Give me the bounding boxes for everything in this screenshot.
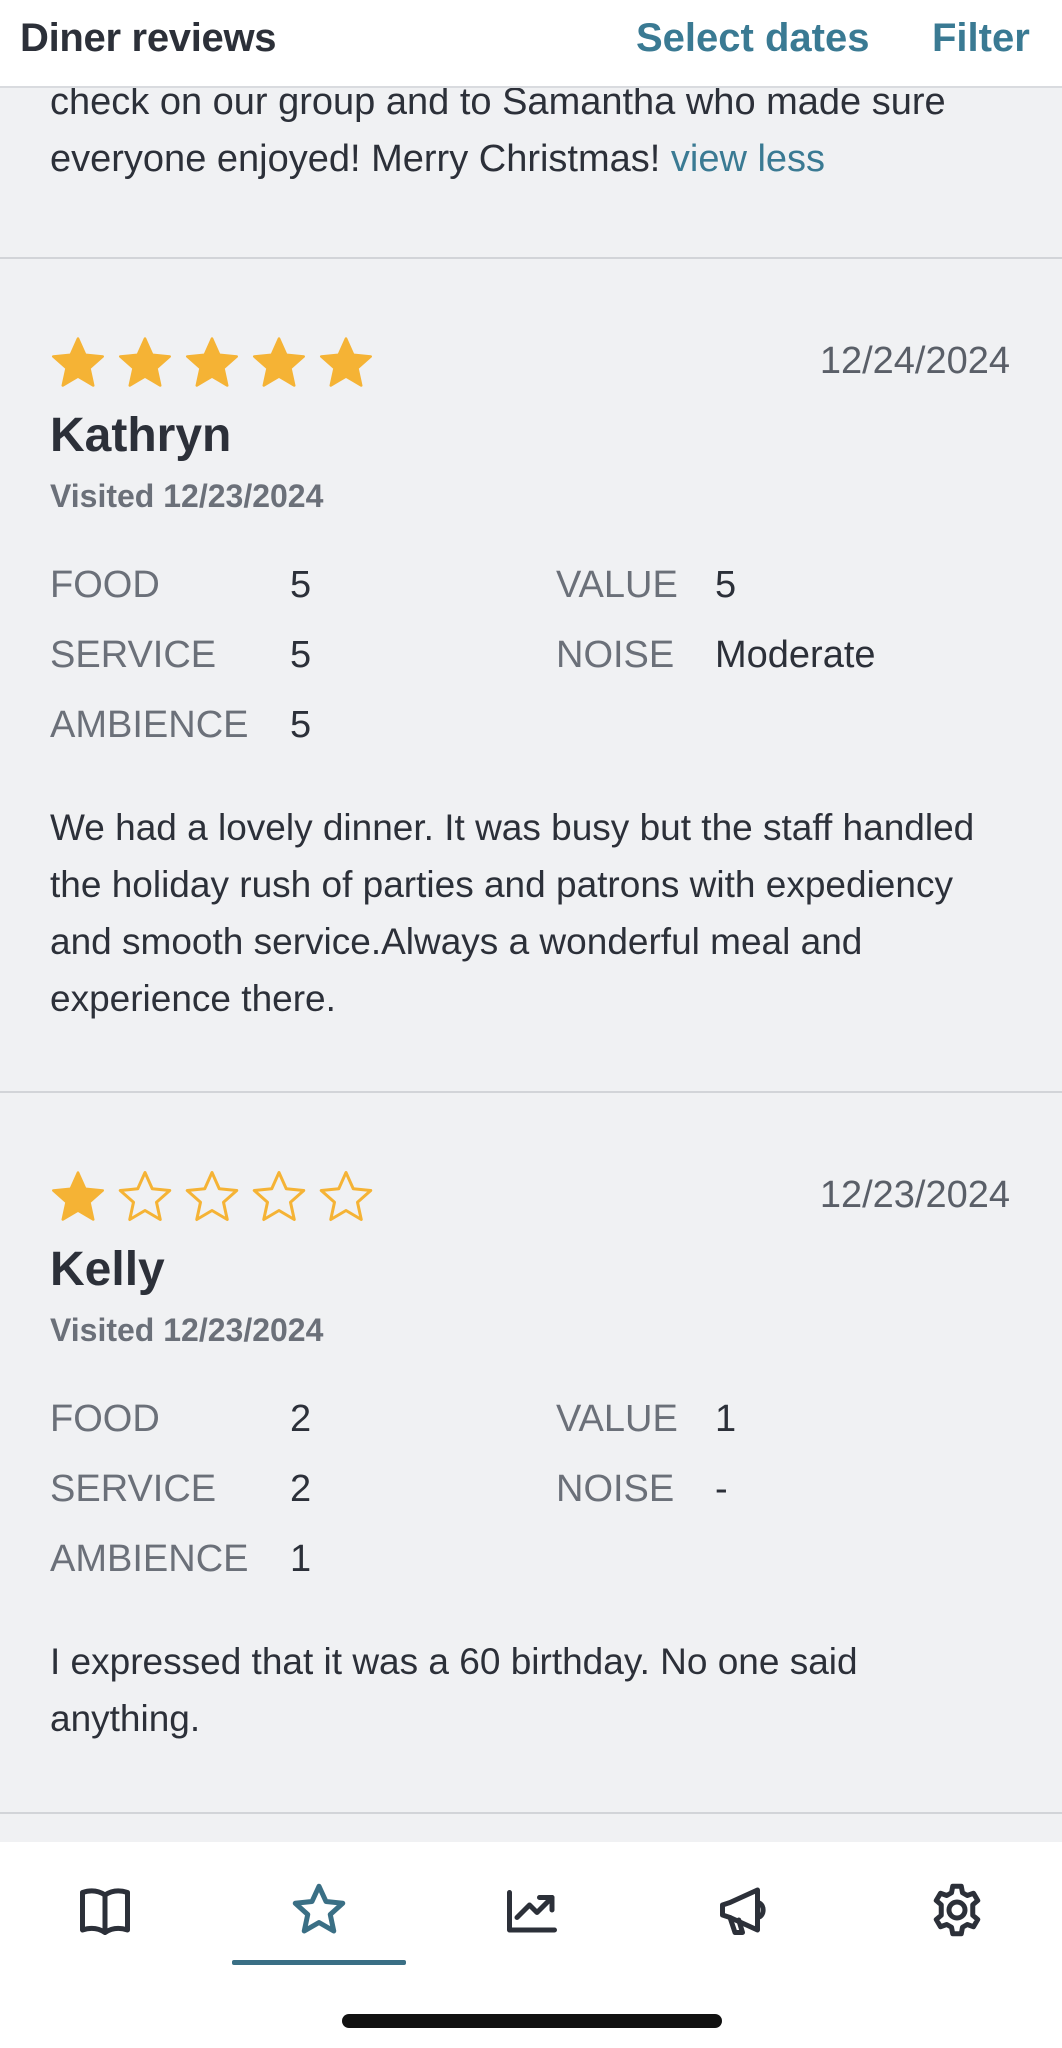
book-icon[interactable]: [75, 1880, 135, 1940]
home-indicator[interactable]: [342, 2014, 722, 2028]
star-empty-icon: [249, 1168, 309, 1228]
star-rating: [48, 334, 383, 394]
service-label: SERVICE: [50, 634, 217, 676]
ambience-label: AMBIENCE: [50, 1538, 249, 1580]
app-header: Diner reviews Select dates Filter: [0, 0, 1062, 88]
service-value: 5: [290, 634, 312, 676]
reviewer-name: Kathryn: [50, 409, 232, 462]
star-filled-icon: [249, 334, 309, 394]
star-filled-icon: [115, 334, 175, 394]
noise-label: NOISE: [556, 1468, 675, 1510]
review-text: I expressed that it was a 60 birthday. N…: [50, 1641, 858, 1739]
star-empty-icon: [182, 1168, 242, 1228]
star-filled-icon: [316, 334, 376, 394]
select-dates-button[interactable]: Select dates: [636, 16, 869, 61]
gear-icon[interactable]: [927, 1880, 987, 1940]
noise-label: NOISE: [556, 634, 675, 676]
bottom-nav: [0, 1842, 1062, 2048]
noise-value: -: [715, 1468, 728, 1510]
star-empty-icon: [316, 1168, 376, 1228]
food-value: 2: [290, 1398, 312, 1440]
value-label: VALUE: [556, 1398, 678, 1440]
review-date: 12/24/2024: [819, 340, 1010, 382]
food-label: FOOD: [50, 564, 160, 606]
review-date: 12/23/2024: [819, 1174, 1010, 1216]
megaphone-icon[interactable]: [715, 1880, 775, 1940]
divider: [0, 1091, 1062, 1093]
service-value: 2: [290, 1468, 312, 1510]
ambience-value: 1: [290, 1538, 312, 1580]
previous-review-text: check on our group and to Samantha who m…: [50, 74, 1030, 188]
previous-review-line: everyone enjoyed! Merry Christmas!: [50, 138, 661, 180]
value-value: 1: [715, 1398, 737, 1440]
review-text: We had a lovely dinner. It was busy but …: [50, 807, 975, 1019]
reviewer-name: Kelly: [50, 1243, 165, 1296]
value-label: VALUE: [556, 564, 678, 606]
star-empty-icon: [115, 1168, 175, 1228]
selected-tab-indicator: [232, 1960, 406, 1965]
ambience-label: AMBIENCE: [50, 704, 249, 746]
food-value: 5: [290, 564, 312, 606]
star-filled-icon: [182, 334, 242, 394]
star-icon[interactable]: [289, 1880, 349, 1940]
page-title: Diner reviews: [20, 16, 277, 60]
star-rating: [48, 1168, 383, 1228]
value-value: 5: [715, 564, 737, 606]
star-filled-icon: [48, 1168, 108, 1228]
visited-date: Visited 12/23/2024: [50, 1312, 324, 1348]
divider: [0, 257, 1062, 259]
view-less-link[interactable]: view less: [671, 138, 825, 180]
visited-date: Visited 12/23/2024: [50, 478, 324, 514]
filter-button[interactable]: Filter: [932, 16, 1030, 61]
divider: [0, 1812, 1062, 1814]
trending-chart-icon[interactable]: [502, 1880, 562, 1940]
service-label: SERVICE: [50, 1468, 217, 1510]
ambience-value: 5: [290, 704, 312, 746]
food-label: FOOD: [50, 1398, 160, 1440]
star-filled-icon: [48, 334, 108, 394]
noise-value: Moderate: [715, 634, 876, 676]
